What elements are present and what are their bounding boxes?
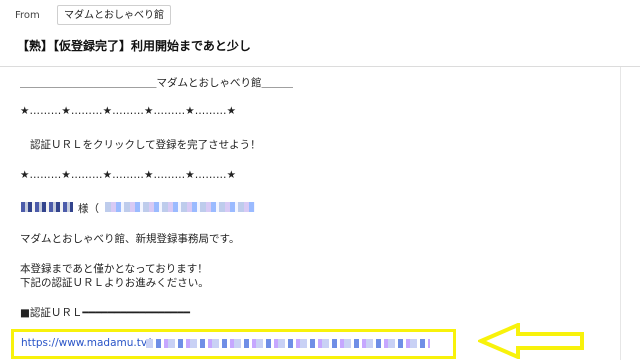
url-label: ■認証ＵＲＬ━━━━━━━━━━━━━━━━━ bbox=[20, 307, 190, 319]
instruction-text: 認証ＵＲＬをクリックして登録を完了させよう！ bbox=[30, 139, 261, 151]
greeting-suffix: 様（ bbox=[78, 203, 99, 215]
from-sender-chip[interactable]: マダムとおしゃべり館 bbox=[57, 5, 171, 25]
notice-line-1: 本登録まであと僅かとなっております！ bbox=[20, 263, 208, 275]
email-header: From マダムとおしゃべり館 【熟】【仮登録完了】利用開始まであと少し bbox=[0, 0, 640, 67]
from-label: From bbox=[15, 10, 40, 21]
redacted-name bbox=[21, 202, 73, 212]
yellow-left-arrow-icon bbox=[475, 321, 586, 361]
email-subject: 【熟】【仮登録完了】利用開始まであと少し bbox=[17, 39, 251, 53]
stars-divider-bottom: ★………★………★………★………★………★ bbox=[20, 169, 237, 181]
stars-divider-top: ★………★………★………★………★………★ bbox=[20, 105, 237, 117]
vertical-scrollbar[interactable] bbox=[620, 67, 627, 360]
email-body: ＿＿＿＿＿＿＿＿＿＿＿＿＿マダムとおしゃべり館＿＿＿ ★………★………★………★… bbox=[0, 67, 640, 360]
body-title-line: ＿＿＿＿＿＿＿＿＿＿＿＿＿マダムとおしゃべり館＿＿＿ bbox=[20, 77, 293, 89]
redacted-id bbox=[105, 202, 255, 212]
notice-line-2: 下記の認証ＵＲＬよりお進みください。 bbox=[20, 277, 209, 289]
auth-url-link[interactable]: https://www.madamu.tv/r bbox=[21, 337, 155, 349]
redacted-url-token bbox=[146, 339, 430, 348]
intro-text: マダムとおしゃべり館、新規登録事務局です。 bbox=[20, 233, 240, 245]
